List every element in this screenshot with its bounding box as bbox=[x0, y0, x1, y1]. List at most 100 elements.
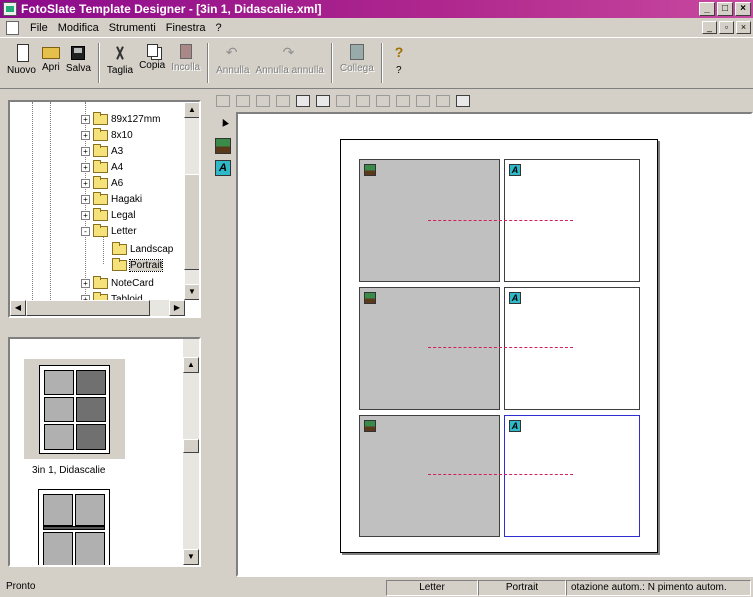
image-frame-tool-icon[interactable] bbox=[215, 138, 231, 154]
folder-icon bbox=[93, 127, 108, 141]
scroll-thumb[interactable] bbox=[184, 174, 199, 270]
image-frame[interactable] bbox=[359, 415, 500, 537]
tree-item-legal[interactable]: + Legal bbox=[81, 207, 135, 222]
minimize-button[interactable]: _ bbox=[699, 2, 715, 16]
scroll-thumb[interactable] bbox=[183, 439, 199, 453]
template-list[interactable]: 3in 1, Didascalie ▲ ▼ bbox=[8, 337, 201, 567]
scroll-down-button[interactable]: ▼ bbox=[183, 549, 199, 565]
center-vertical-icon[interactable] bbox=[396, 95, 410, 107]
toolbar-separator bbox=[330, 43, 333, 83]
link-icon bbox=[349, 44, 364, 60]
template-item-3in1[interactable] bbox=[24, 359, 125, 459]
tree-item-a6[interactable]: + A6 bbox=[81, 175, 123, 190]
tree-item-a4[interactable]: + A4 bbox=[81, 159, 123, 174]
scroll-down-button[interactable]: ▼ bbox=[184, 284, 199, 300]
image-frame[interactable] bbox=[359, 287, 500, 410]
open-folder-icon bbox=[112, 257, 127, 271]
status-orientation: Portrait bbox=[478, 580, 566, 596]
tree-item-89x127mm[interactable]: +89x127mm bbox=[81, 111, 160, 126]
menu-strumenti[interactable]: Strumenti bbox=[104, 22, 161, 34]
same-size-icon[interactable] bbox=[296, 95, 310, 107]
text-frame-icon: A bbox=[509, 420, 521, 432]
copy-button[interactable]: Copia bbox=[136, 41, 168, 85]
bounds-icon[interactable] bbox=[456, 95, 470, 107]
link-line bbox=[428, 474, 573, 475]
mdi-restore-button[interactable]: ▫ bbox=[719, 21, 734, 34]
text-frame-tool-icon[interactable]: A bbox=[215, 160, 231, 176]
maximize-button[interactable]: □ bbox=[717, 2, 733, 16]
cut-button[interactable]: Taglia bbox=[104, 41, 136, 85]
link-button[interactable]: Collega bbox=[337, 41, 377, 85]
tree-item-a3[interactable]: + A3 bbox=[81, 143, 123, 158]
tool-palette: A bbox=[212, 112, 236, 577]
help-icon bbox=[390, 44, 408, 62]
scroll-up-button[interactable]: ▲ bbox=[183, 357, 199, 373]
toolbar-separator bbox=[97, 43, 100, 83]
paste-button[interactable]: Incolla bbox=[168, 41, 203, 85]
scroll-right-button[interactable]: ▶ bbox=[169, 300, 185, 316]
tree-item-hagaki[interactable]: + Hagaki bbox=[81, 191, 142, 206]
image-frame-icon bbox=[364, 292, 376, 304]
open-button[interactable]: Apri bbox=[39, 41, 63, 85]
undo-icon bbox=[224, 44, 242, 62]
align-bottom-icon[interactable] bbox=[276, 95, 290, 107]
mdi-minimize-button[interactable]: _ bbox=[702, 21, 717, 34]
folder-tree[interactable]: +89x127mm +8x10 + A3 + A4 + A6 + Hagaki + Leg… bbox=[8, 100, 201, 318]
tree-vertical-scrollbar[interactable]: ▲ ▼ bbox=[184, 102, 199, 300]
status-auto: otazione autom.: N pimento autom. bbox=[566, 580, 751, 596]
tree-item-landscape[interactable]: Landscap bbox=[112, 241, 173, 256]
template-preview bbox=[39, 365, 110, 454]
tree-item-notecard[interactable]: + NoteCard bbox=[81, 275, 154, 290]
app-icon[interactable] bbox=[3, 2, 17, 16]
menu-modifica[interactable]: Modifica bbox=[53, 22, 104, 34]
fill-icon[interactable] bbox=[436, 95, 450, 107]
status-paper: Letter bbox=[386, 580, 478, 596]
new-button[interactable]: Nuovo bbox=[4, 41, 39, 85]
new-document-icon bbox=[16, 44, 29, 62]
align-center-icon[interactable] bbox=[236, 95, 250, 107]
scroll-left-button[interactable]: ◀ bbox=[10, 300, 26, 316]
mdi-close-button[interactable]: × bbox=[736, 21, 751, 34]
template-preview-2[interactable] bbox=[38, 489, 110, 565]
copy-icon bbox=[146, 44, 158, 57]
help-button[interactable]: ? bbox=[387, 41, 411, 85]
folder-icon bbox=[93, 275, 108, 289]
center-page-icon[interactable] bbox=[416, 95, 430, 107]
paste-icon bbox=[179, 44, 192, 59]
caption-frame-selected[interactable]: A bbox=[504, 415, 640, 537]
save-button[interactable]: Salva bbox=[63, 41, 94, 85]
grid-icon[interactable] bbox=[316, 95, 330, 107]
open-folder-icon bbox=[93, 223, 108, 237]
redo-icon bbox=[281, 44, 299, 62]
folder-icon bbox=[93, 143, 108, 157]
toolbar-separator bbox=[207, 43, 210, 83]
redo-button[interactable]: Annulla annulla bbox=[252, 41, 326, 85]
design-canvas[interactable]: A A A bbox=[236, 112, 753, 577]
menu-help[interactable]: ? bbox=[211, 22, 227, 34]
mdi-buttons: _ ▫ × bbox=[702, 21, 751, 34]
select-arrow-icon[interactable] bbox=[215, 114, 233, 132]
image-frame-icon bbox=[364, 420, 376, 432]
floppy-disk-icon bbox=[71, 46, 86, 60]
tree-item-portrait[interactable]: Portrait bbox=[112, 257, 164, 272]
folder-icon bbox=[93, 159, 108, 173]
space-horizontal-icon[interactable] bbox=[336, 95, 350, 107]
tree-item-letter[interactable]: - Letter bbox=[81, 223, 137, 238]
tree-horizontal-scrollbar[interactable]: ◀ ▶ bbox=[10, 300, 185, 316]
center-horizontal-icon[interactable] bbox=[376, 95, 390, 107]
align-top-icon[interactable] bbox=[256, 95, 270, 107]
scroll-up-button[interactable]: ▲ bbox=[184, 102, 199, 118]
align-left-icon[interactable] bbox=[216, 95, 230, 107]
menu-finestra[interactable]: Finestra bbox=[161, 22, 211, 34]
tree-item-8x10[interactable]: +8x10 bbox=[81, 127, 133, 142]
close-button[interactable]: × bbox=[735, 2, 751, 16]
template-vertical-scrollbar[interactable]: ▲ ▼ bbox=[183, 339, 199, 565]
window-title: FotoSlate Template Designer - [3in 1, Di… bbox=[21, 2, 322, 16]
undo-button[interactable]: Annulla bbox=[213, 41, 252, 85]
page-letter-portrait[interactable]: A A A bbox=[340, 139, 658, 553]
space-vertical-icon[interactable] bbox=[356, 95, 370, 107]
menu-file[interactable]: File bbox=[25, 22, 53, 34]
scroll-thumb[interactable] bbox=[26, 300, 150, 316]
document-icon[interactable] bbox=[6, 20, 19, 35]
caption-frame[interactable]: A bbox=[504, 287, 640, 410]
